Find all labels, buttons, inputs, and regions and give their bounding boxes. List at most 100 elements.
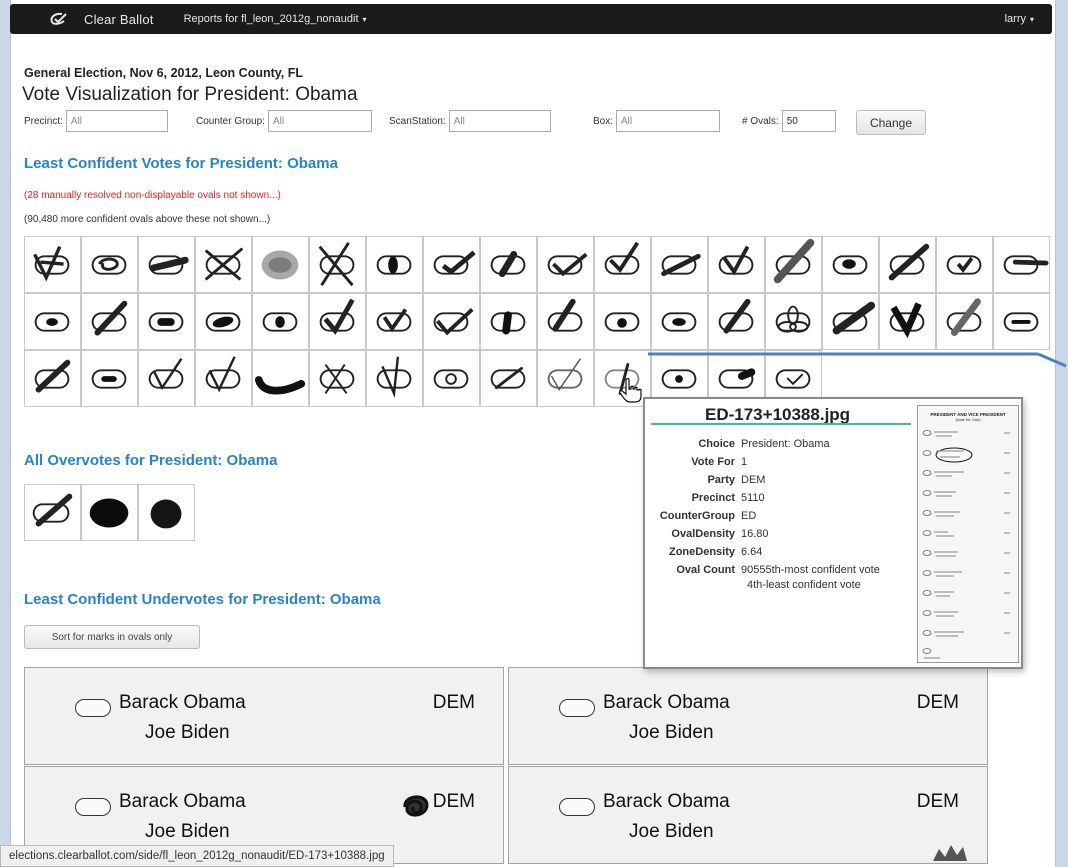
reports-menu[interactable]: Reports for fl_leon_2012g_nonaudit ▾ <box>184 13 367 25</box>
oval-thumbnail[interactable] <box>993 236 1050 293</box>
oval-thumbnail[interactable] <box>366 350 423 407</box>
sort-marks-button[interactable]: Sort for marks in ovals only <box>24 625 200 649</box>
oval-thumbnail[interactable] <box>708 236 765 293</box>
oval-thumbnail[interactable] <box>195 350 252 407</box>
oval-thumbnail[interactable] <box>366 293 423 350</box>
detail-row: Oval Count 90555th-most confident vote <box>653 561 879 579</box>
overvote-thumbnail[interactable] <box>138 484 195 541</box>
oval-thumbnail[interactable] <box>309 293 366 350</box>
ballot-oval <box>75 699 111 717</box>
ballot-oval-mark <box>262 312 298 332</box>
oval-thumbnail[interactable] <box>81 236 138 293</box>
ovals-label: # Ovals: <box>742 115 779 127</box>
oval-thumbnail[interactable] <box>81 350 138 407</box>
oval-thumbnail[interactable] <box>423 236 480 293</box>
oval-thumbnail[interactable] <box>594 293 651 350</box>
oval-thumbnail[interactable] <box>879 236 936 293</box>
undervote-ballot[interactable]: Barack Obama Joe Biden DEM <box>24 667 504 765</box>
oval-thumbnail[interactable] <box>765 293 822 350</box>
oval-thumbnail[interactable] <box>195 236 252 293</box>
oval-thumbnail[interactable] <box>480 350 537 407</box>
oval-thumbnail[interactable] <box>594 236 651 293</box>
overvote-thumbnail[interactable] <box>81 484 138 541</box>
ballot-oval-mark <box>661 312 697 332</box>
ballot-oval-mark <box>148 255 189 275</box>
oval-thumbnail[interactable] <box>537 293 594 350</box>
candidate-name: Barack Obama <box>119 791 246 812</box>
manual-resolved-note: (28 manually resolved non-displayable ov… <box>24 190 281 201</box>
oval-thumbnail[interactable] <box>366 236 423 293</box>
oval-thumbnail[interactable] <box>936 293 993 350</box>
oval-thumbnail[interactable] <box>537 236 594 293</box>
change-button[interactable]: Change <box>856 110 926 135</box>
oval-thumbnail[interactable] <box>195 293 252 350</box>
more-ovals-note: (90,480 more confident ovals above these… <box>24 214 271 225</box>
oval-thumbnail[interactable] <box>252 350 309 407</box>
ballot-oval-mark <box>148 358 184 391</box>
oval-thumbnail[interactable] <box>822 293 879 350</box>
overvote-thumbnail[interactable] <box>24 484 81 541</box>
popup-filename: ED-173+10388.jpg <box>705 405 851 424</box>
counter-group-input[interactable] <box>267 110 372 132</box>
user-menu[interactable]: larry ▾ <box>1005 13 1034 25</box>
undervote-ballot[interactable]: Barack Obama Joe Biden DEM <box>508 766 988 864</box>
ballot-oval-mark <box>204 247 244 281</box>
overvotes-heading: All Overvotes for President: Obama <box>24 452 278 469</box>
box-input[interactable] <box>616 110 721 132</box>
browser-status-bar: elections.clearballot.com/side/fl_leon_2… <box>0 845 394 867</box>
oval-thumbnail[interactable] <box>423 293 480 350</box>
detail-row: Choice President: Obama <box>653 435 880 453</box>
ballot-oval-mark <box>832 301 876 335</box>
ballot-oval-mark <box>33 245 70 282</box>
confidence-rank: 4th-least confident vote <box>747 579 861 591</box>
box-label: Box: <box>593 115 614 127</box>
popup-details: Choice President: Obama Vote For 1 Party DE… <box>653 435 880 579</box>
detail-row: Party DEM <box>653 471 880 489</box>
oval-thumbnail[interactable] <box>309 350 366 407</box>
oval-thumbnail[interactable] <box>708 293 765 350</box>
ballot-oval-mark <box>888 243 930 281</box>
ballot-detail-popup: ED-173+10388.jpg Choice President: Obama … <box>643 397 1023 669</box>
oval-thumbnail[interactable] <box>138 350 195 407</box>
oval-thumbnail[interactable] <box>24 293 81 350</box>
stray-smudge-mark <box>933 845 967 861</box>
ballot-oval-mark <box>547 252 588 277</box>
ballot-contest-preview <box>922 430 1010 659</box>
popup-divider <box>651 423 911 425</box>
oval-thumbnail[interactable] <box>138 293 195 350</box>
least-confident-heading: Least Confident Votes for President: Oba… <box>24 155 338 172</box>
candidate-name: Barack Obama <box>603 791 730 812</box>
oval-thumbnail[interactable] <box>480 293 537 350</box>
party-label: DEM <box>916 692 959 713</box>
ovals-input[interactable] <box>781 110 836 132</box>
scan-station-input[interactable] <box>448 110 551 132</box>
oval-thumbnail[interactable] <box>81 293 138 350</box>
oval-thumbnail[interactable] <box>765 236 822 293</box>
oval-thumbnail[interactable] <box>822 236 879 293</box>
detail-key: Choice <box>698 438 735 450</box>
chevron-down-icon: ▾ <box>1029 14 1034 24</box>
brand[interactable]: Clear Ballot <box>48 12 154 27</box>
ballot-oval-mark <box>775 305 811 333</box>
oval-thumbnail[interactable] <box>879 293 936 350</box>
oval-thumbnail[interactable] <box>24 350 81 407</box>
oval-thumbnail[interactable] <box>252 293 309 350</box>
oval-thumbnail[interactable] <box>651 236 708 293</box>
oval-thumbnail[interactable] <box>993 293 1050 350</box>
oval-thumbnail[interactable] <box>651 293 708 350</box>
ballot-image-thumbnail[interactable]: PRESIDENT AND VICE PRESIDENT (Vote for O… <box>917 405 1019 663</box>
oval-thumbnail[interactable] <box>24 236 81 293</box>
detail-value: ED <box>741 510 757 522</box>
precinct-input[interactable] <box>65 110 168 132</box>
oval-thumbnail[interactable] <box>138 236 195 293</box>
detail-value: 5110 <box>741 492 765 504</box>
oval-thumbnail[interactable] <box>537 350 594 407</box>
oval-thumbnail[interactable] <box>309 236 366 293</box>
oval-thumbnail[interactable] <box>480 236 537 293</box>
undervote-ballot[interactable]: Barack Obama Joe Biden DEM <box>508 667 988 765</box>
running-mate-name: Joe Biden <box>145 722 230 743</box>
oval-thumbnail[interactable] <box>423 350 480 407</box>
oval-thumbnail[interactable] <box>936 236 993 293</box>
oval-thumbnail[interactable] <box>252 236 309 293</box>
ballot-oval-mark <box>376 308 412 333</box>
